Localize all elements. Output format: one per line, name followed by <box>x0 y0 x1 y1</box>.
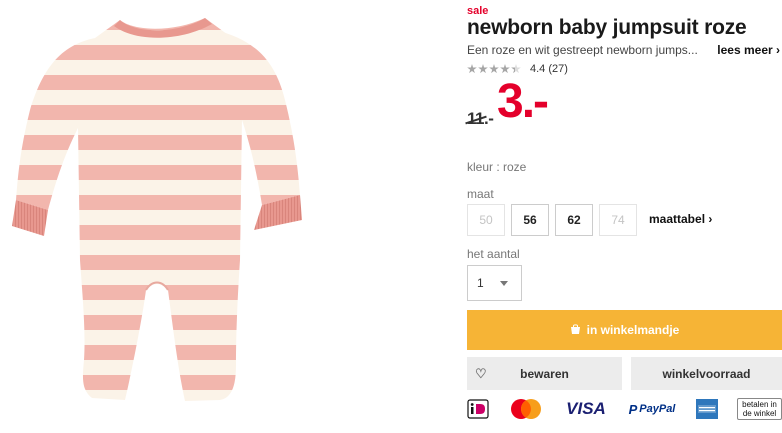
add-to-cart-label: in winkelmandje <box>586 323 680 337</box>
save-label: bewaren <box>520 366 569 381</box>
quantity-select[interactable]: 1 <box>467 265 522 301</box>
size-option-56[interactable]: 56 <box>511 204 549 236</box>
paypal-icon: P PayPal <box>625 398 679 420</box>
product-title: newborn baby jumpsuit roze <box>467 16 747 39</box>
read-more-link[interactable]: lees meer › <box>717 43 780 57</box>
product-image[interactable] <box>0 0 320 428</box>
rating-text: 4.4 (27) <box>530 63 568 75</box>
paypal-label: PayPal <box>639 403 676 415</box>
heart-icon: ♡ <box>475 366 487 381</box>
quantity-value: 1 <box>477 276 484 290</box>
size-selector: 50 56 62 74 <box>467 204 643 236</box>
chevron-down-icon <box>500 281 508 286</box>
star-half-icon <box>511 64 521 74</box>
product-info-panel: sale newborn baby jumpsuit roze Een roze… <box>465 0 782 428</box>
paypal-p-icon: P <box>628 401 638 417</box>
save-button[interactable]: ♡ bewaren <box>467 357 622 390</box>
product-description: Een roze en wit gestreept newborn jumps.… <box>467 43 698 57</box>
size-option-50[interactable]: 50 <box>467 204 505 236</box>
size-option-62[interactable]: 62 <box>555 204 593 236</box>
sale-price: 3.- <box>497 75 549 128</box>
store-stock-button[interactable]: winkelvoorraad <box>631 357 782 390</box>
jumpsuit-illustration <box>12 18 302 401</box>
size-label: maat <box>467 187 494 201</box>
size-option-74[interactable]: 74 <box>599 204 637 236</box>
amex-icon <box>696 398 718 420</box>
color-label: kleur : roze <box>467 160 527 174</box>
shopping-bag-icon <box>570 323 581 337</box>
star-icon <box>467 64 477 74</box>
add-to-cart-button[interactable]: in winkelmandje <box>467 310 782 350</box>
quantity-label: het aantal <box>467 247 520 261</box>
rating[interactable]: 4.4 (27) <box>467 63 568 75</box>
store-stock-label: winkelvoorraad <box>662 366 751 381</box>
ideal-icon: iD <box>467 398 489 420</box>
visa-icon: VISA <box>566 399 606 418</box>
pay-in-store-icon: betalen in de winkel <box>737 398 782 420</box>
star-icon <box>500 64 510 74</box>
rating-stars <box>467 64 522 74</box>
mastercard-icon <box>509 398 543 420</box>
star-icon <box>489 64 499 74</box>
star-icon <box>478 64 488 74</box>
size-chart-link[interactable]: maattabel › <box>649 212 712 226</box>
